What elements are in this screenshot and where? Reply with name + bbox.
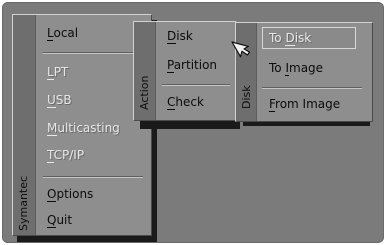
menu-item-from-image[interactable]: From Image	[269, 97, 341, 112]
menu-item-tcpip-hotkey: T	[47, 148, 54, 163]
menu-item-options-label: ptions	[56, 187, 94, 201]
menu-item-multicasting-hotkey: M	[47, 121, 58, 136]
menu-item-disk-hotkey: D	[167, 29, 177, 44]
menu-item-to-image-prefix: To	[269, 61, 286, 75]
disk-menu: Disk To Disk To Image From Image	[235, 22, 373, 122]
menu-item-to-disk-prefix: To	[269, 31, 286, 45]
menu-item-disk-label: isk	[176, 29, 193, 43]
menu-item-to-image[interactable]: To Image	[269, 61, 324, 76]
menu-item-partition[interactable]: Partition	[167, 58, 218, 73]
disk-menu-title-strip: Disk	[236, 23, 257, 121]
menu-item-check-label: heck	[175, 95, 204, 109]
main-menu-separator-1	[43, 52, 143, 54]
menu-item-usb-label: SB	[55, 93, 72, 107]
action-menu-title-strip: Action	[134, 22, 156, 120]
menu-item-to-disk[interactable]: To Disk	[269, 31, 312, 46]
menu-item-tcpip-label: CP/IP	[53, 148, 85, 162]
menu-item-from-image-label: rom Image	[275, 97, 341, 111]
menu-item-to-disk-hotkey: D	[285, 31, 295, 46]
menu-item-partition-label: artition	[173, 58, 218, 72]
menu-item-check[interactable]: Check	[167, 95, 204, 110]
menu-item-lpt-label: PT	[53, 65, 69, 79]
main-menu-separator-2	[43, 176, 143, 178]
menu-item-tcpip[interactable]: TCP/IP	[47, 148, 85, 163]
menu-item-partition-hotkey: P	[167, 58, 174, 73]
menu-item-disk[interactable]: Disk	[167, 29, 193, 44]
disk-menu-title: Disk	[240, 85, 253, 109]
menu-item-multicasting[interactable]: Multicasting	[47, 121, 120, 136]
menu-item-lpt[interactable]: LPT	[47, 65, 69, 80]
action-menu-title: Action	[138, 75, 151, 110]
menu-item-to-disk-label: isk	[294, 31, 312, 45]
menu-item-multicasting-label: ulticasting	[57, 121, 120, 135]
action-menu-separator	[162, 84, 230, 86]
menu-item-local[interactable]: Local	[47, 26, 79, 41]
disk-menu-separator	[262, 87, 362, 89]
menu-item-to-image-label: mage	[289, 61, 324, 75]
main-menu-title-strip: Symantec	[13, 15, 36, 235]
menu-item-quit[interactable]: Quit	[47, 213, 73, 228]
menu-item-usb[interactable]: USB	[47, 93, 72, 108]
menu-item-usb-hotkey: U	[47, 93, 56, 108]
menu-item-options[interactable]: Options	[47, 187, 94, 202]
menu-item-lpt-hotkey: L	[47, 65, 54, 80]
main-menu-title: Symantec	[17, 175, 30, 231]
menu-item-local-label: ocal	[53, 26, 79, 40]
menu-item-quit-label: uit	[56, 213, 73, 227]
mouse-pointer-icon	[231, 41, 250, 58]
action-menu: Action Disk Partition Check	[133, 21, 237, 121]
main-menu: Symantec Local LPT USB Multicasting TCP/…	[12, 14, 152, 236]
